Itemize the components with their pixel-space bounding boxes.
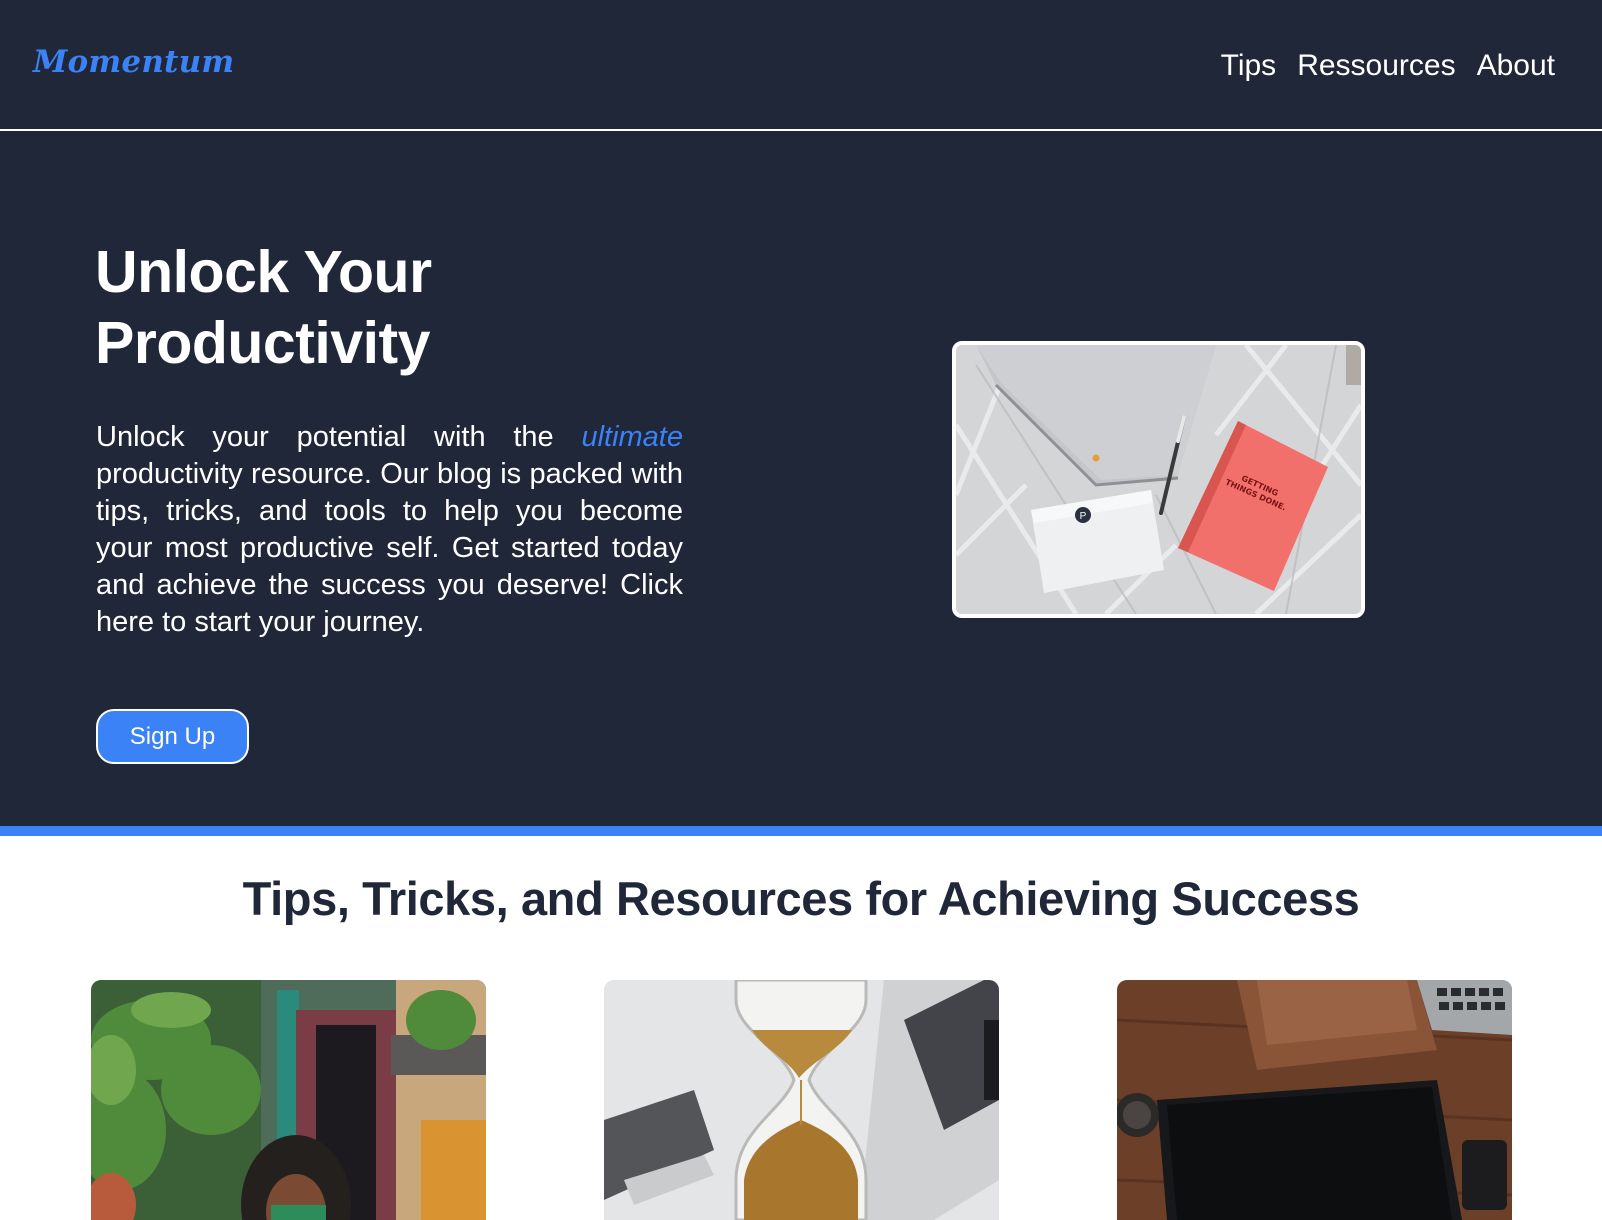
- hero-description: Unlock your potential with the ultimate …: [96, 419, 683, 641]
- hero-image: P GETTING THINGS DONE.: [952, 341, 1365, 618]
- hero-desk-illustration: P GETTING THINGS DONE.: [956, 345, 1361, 614]
- hero-section: Unlock Your Productivity Unlock your pot…: [0, 131, 1602, 826]
- hourglass-photo-illustration: [604, 980, 999, 1220]
- nav-link-ressources[interactable]: Ressources: [1297, 46, 1455, 86]
- hero-text-accent: ultimate: [581, 421, 683, 453]
- tips-section-title: Tips, Tricks, and Resources for Achievin…: [242, 872, 1360, 925]
- signup-button[interactable]: Sign Up: [96, 709, 249, 764]
- hero-text-end: productivity resource. Our blog is packe…: [96, 458, 683, 638]
- laptop-desk-photo-illustration: [1117, 980, 1512, 1220]
- nav-link-tips[interactable]: Tips: [1221, 46, 1277, 86]
- article-card-image[interactable]: [91, 980, 486, 1220]
- nav-link-about[interactable]: About: [1477, 46, 1555, 86]
- section-divider: [0, 826, 1602, 836]
- article-card-image[interactable]: [604, 980, 999, 1220]
- main-nav: Tips Ressources About: [1221, 46, 1555, 86]
- friends-photo-illustration: [91, 980, 486, 1220]
- article-card-image[interactable]: [1117, 980, 1512, 1220]
- hero-title: Unlock Your Productivity: [95, 237, 432, 379]
- site-header: Momentum Tips Ressources About: [0, 0, 1602, 131]
- pouch-badge-letter: P: [1080, 511, 1087, 522]
- hero-title-line-2: Productivity: [95, 310, 430, 376]
- hero-title-line-1: Unlock Your: [95, 239, 432, 305]
- hero-text-start: Unlock your potential with the: [96, 421, 582, 453]
- brand-logo[interactable]: Momentum: [33, 44, 234, 80]
